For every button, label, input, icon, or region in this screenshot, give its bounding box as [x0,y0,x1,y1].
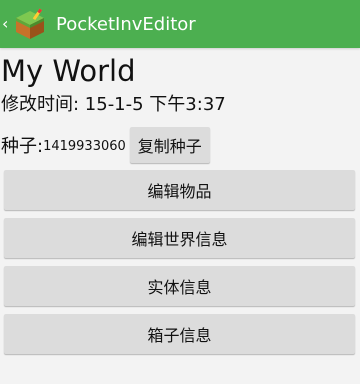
entity-info-button[interactable]: 实体信息 [4,266,355,306]
app-title: PocketInvEditor [56,13,196,35]
world-detail-panel: My World 修改时间: 15-1-5 下午3:37 种子: 1419933… [0,48,360,384]
action-bar: ‹ PocketInvEditor [0,0,360,48]
modified-time: 修改时间: 15-1-5 下午3:37 [1,94,226,115]
copy-seed-button[interactable]: 复制种子 [129,127,210,163]
world-name: My World [1,54,136,88]
app-logo-icon [16,8,44,39]
edit-world-info-button[interactable]: 编辑世界信息 [4,218,355,258]
edit-items-button[interactable]: 编辑物品 [4,170,355,210]
up-navigation-button[interactable]: ‹ [0,0,48,48]
chevron-left-icon: ‹ [2,14,9,33]
seed-row: 种子: 1419933060 复制种子 [1,126,210,164]
seed-label: 种子: [1,136,44,157]
chest-info-button[interactable]: 箱子信息 [4,314,355,354]
seed-value: 1419933060 [43,139,126,154]
